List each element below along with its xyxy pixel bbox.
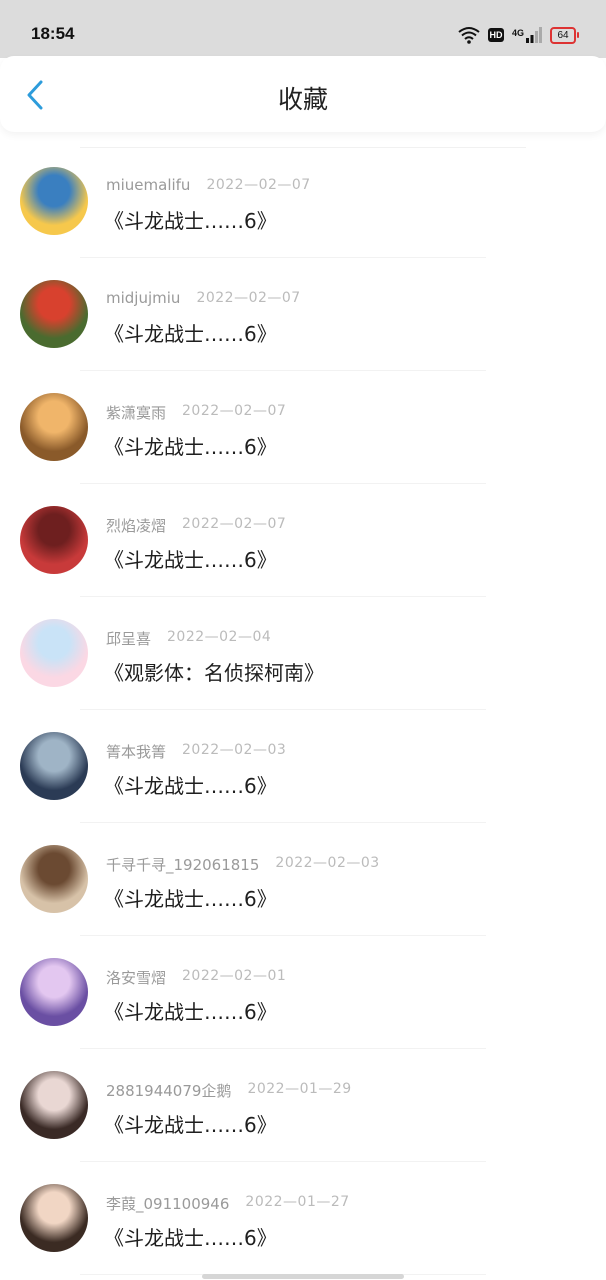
avatar[interactable] (20, 393, 88, 461)
post-date: 2022—02—07 (182, 403, 287, 419)
username[interactable]: 李葭_091100946 (106, 1193, 229, 1214)
status-bar: 18:54 HD 4G 64 (0, 0, 606, 58)
list-item[interactable]: 2881944079企鹅 2022—01—29 《斗龙战士……6》 (0, 1049, 606, 1162)
signal-icon: 4G (512, 27, 542, 43)
avatar[interactable] (20, 1071, 88, 1139)
username[interactable]: 洛安雪熠 (106, 967, 166, 988)
username[interactable]: 箐本我箐 (106, 741, 166, 762)
list-item[interactable]: midjujmiu 2022—02—07 《斗龙战士……6》 (0, 258, 606, 371)
list-item[interactable]: 紫潇寞雨 2022—02—07 《斗龙战士……6》 (0, 371, 606, 484)
item-meta: 千寻千寻_192061815 2022—02—03 (106, 854, 380, 875)
item-meta: 紫潇寞雨 2022—02—07 (106, 402, 286, 423)
post-date: 2022—02—07 (206, 177, 311, 193)
username[interactable]: miuemalifu (106, 176, 190, 194)
hd-icon: HD (487, 28, 504, 42)
item-meta: miuemalifu 2022—02—07 (106, 176, 311, 194)
post-date: 2022—02—03 (182, 742, 287, 758)
avatar[interactable] (20, 167, 88, 235)
avatar[interactable] (20, 845, 88, 913)
list-item[interactable]: 烈焰凌熠 2022—02—07 《斗龙战士……6》 (0, 484, 606, 597)
post-date: 2022—01—27 (245, 1194, 350, 1210)
avatar[interactable] (20, 280, 88, 348)
username[interactable]: 2881944079企鹅 (106, 1080, 231, 1101)
battery-icon: 64 (550, 26, 579, 44)
work-title[interactable]: 《斗龙战士……6》 (104, 431, 277, 460)
post-date: 2022—02—07 (196, 290, 301, 306)
post-date: 2022—02—01 (182, 968, 287, 984)
status-icons: HD 4G 64 (458, 24, 579, 46)
post-date: 2022—02—04 (167, 629, 272, 645)
work-title[interactable]: 《斗龙战士……6》 (104, 1109, 277, 1138)
list-item[interactable]: 邱呈喜 2022—02—04 《观影体：名侦探柯南》 (0, 597, 606, 710)
work-title[interactable]: 《斗龙战士……6》 (104, 205, 277, 234)
username[interactable]: midjujmiu (106, 289, 180, 307)
item-meta: 邱呈喜 2022—02—04 (106, 628, 271, 649)
avatar[interactable] (20, 1184, 88, 1252)
username[interactable]: 邱呈喜 (106, 628, 151, 649)
item-meta: 箐本我箐 2022—02—03 (106, 741, 286, 762)
work-title[interactable]: 《观影体：名侦探柯南》 (104, 657, 324, 686)
nav-bar: 收藏 (0, 56, 606, 132)
page-title: 收藏 (277, 85, 328, 114)
work-title[interactable]: 《斗龙战士……6》 (104, 883, 277, 912)
avatar[interactable] (20, 732, 88, 800)
work-title[interactable]: 《斗龙战士……6》 (104, 1222, 277, 1251)
avatar[interactable] (20, 506, 88, 574)
post-date: 2022—01—29 (247, 1081, 352, 1097)
item-meta: 李葭_091100946 2022—01—27 (106, 1193, 350, 1214)
item-meta: 2881944079企鹅 2022—01—29 (106, 1080, 352, 1101)
item-meta: midjujmiu 2022—02—07 (106, 289, 301, 307)
username[interactable]: 千寻千寻_192061815 (106, 854, 259, 875)
list-item[interactable]: 李葭_091100946 2022—01—27 《斗龙战士……6》 (0, 1162, 606, 1275)
list-item[interactable]: 洛安雪熠 2022—02—01 《斗龙战士……6》 (0, 936, 606, 1049)
post-date: 2022—02—07 (182, 516, 287, 532)
avatar[interactable] (20, 619, 88, 687)
list-item[interactable]: 千寻千寻_192061815 2022—02—03 《斗龙战士……6》 (0, 823, 606, 936)
item-meta: 洛安雪熠 2022—02—01 (106, 967, 286, 988)
network-label: 4G (511, 28, 524, 38)
item-meta: 烈焰凌熠 2022—02—07 (106, 515, 286, 536)
avatar[interactable] (20, 958, 88, 1026)
username[interactable]: 烈焰凌熠 (106, 515, 166, 536)
post-date: 2022—02—03 (275, 855, 380, 871)
work-title[interactable]: 《斗龙战士……6》 (104, 544, 277, 573)
wifi-icon (458, 27, 480, 44)
list-item[interactable]: 箐本我箐 2022—02—03 《斗龙战士……6》 (0, 710, 606, 823)
work-title[interactable]: 《斗龙战士……6》 (104, 996, 277, 1025)
list-item[interactable]: miuemalifu 2022—02—07 《斗龙战士……6》 (0, 145, 606, 258)
work-title[interactable]: 《斗龙战士……6》 (104, 318, 277, 347)
work-title[interactable]: 《斗龙战士……6》 (104, 770, 277, 799)
status-time: 18:54 (31, 24, 75, 43)
home-indicator[interactable] (202, 1274, 404, 1279)
username[interactable]: 紫潇寞雨 (106, 402, 166, 423)
